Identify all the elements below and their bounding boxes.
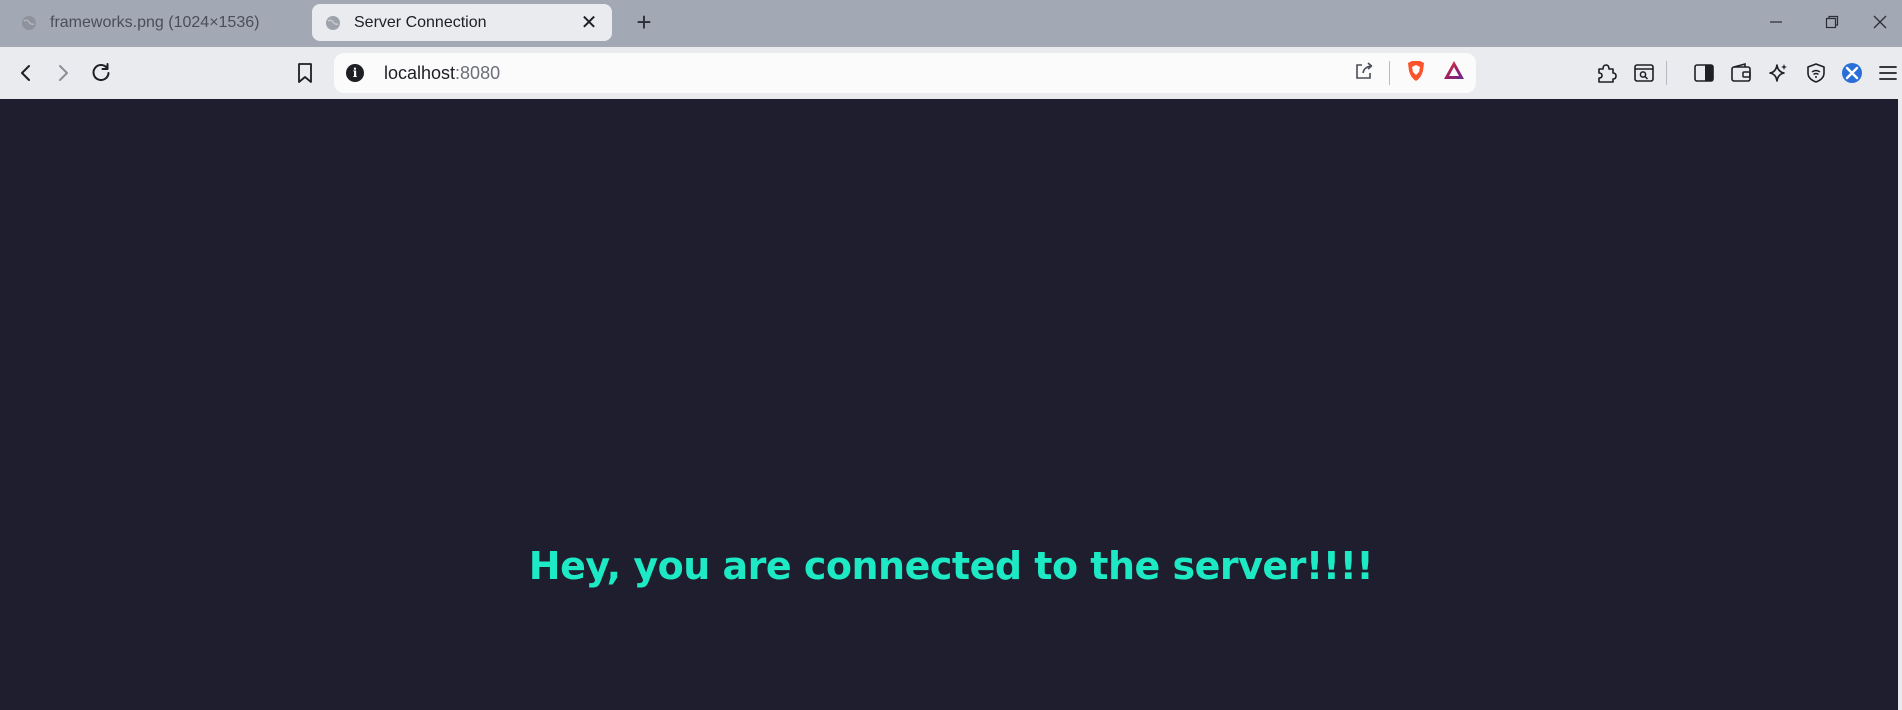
minimize-icon — [1770, 21, 1782, 23]
browser-toolbar: i localhost :8080 — [0, 47, 1902, 100]
globe-icon — [20, 14, 38, 32]
forward-icon — [59, 65, 68, 81]
menu-icon — [1879, 66, 1897, 80]
connection-message: Hey, you are connected to the server!!!! — [528, 544, 1374, 588]
url-port: :8080 — [455, 62, 501, 83]
info-icon[interactable]: i — [346, 64, 364, 82]
sidebar-icon — [1694, 64, 1714, 82]
plus-icon: + — [636, 6, 652, 37]
wallet-button[interactable] — [1725, 57, 1757, 89]
vpn-button[interactable] — [1800, 57, 1832, 89]
reload-icon — [92, 63, 110, 82]
tab-server-connection[interactable]: Server Connection ✕ — [312, 4, 612, 41]
reload-button[interactable] — [85, 57, 117, 89]
toolbar-separator — [1661, 57, 1671, 89]
tab-search-button[interactable] — [1628, 57, 1660, 89]
tab-title: frameworks.png (1024×1536) — [50, 13, 260, 31]
share-icon[interactable] — [1353, 60, 1375, 87]
restore-button[interactable] — [1810, 0, 1854, 44]
back-icon — [21, 65, 30, 81]
globe-icon — [324, 14, 342, 32]
extension-x-icon — [1842, 63, 1862, 83]
extension-x-button[interactable] — [1836, 57, 1868, 89]
tab-strip: frameworks.png (1024×1536) Server Connec… — [0, 0, 1902, 47]
back-button[interactable] — [10, 57, 42, 89]
leo-ai-icon — [1769, 64, 1787, 82]
extensions-button[interactable] — [1590, 57, 1622, 89]
bookmark-icon — [298, 63, 312, 83]
restore-icon — [1825, 15, 1839, 29]
scrollbar-edge — [1898, 99, 1902, 710]
page-content: Hey, you are connected to the server!!!! — [0, 99, 1902, 710]
extensions-icon — [1598, 64, 1617, 83]
brave-shield-icon[interactable] — [1404, 59, 1428, 88]
url-host: localhost — [384, 62, 456, 83]
tab-frameworks[interactable]: frameworks.png (1024×1536) — [8, 4, 308, 41]
leo-ai-button[interactable] — [1762, 57, 1794, 89]
close-icon[interactable]: ✕ — [578, 10, 600, 35]
address-bar[interactable]: i localhost :8080 — [334, 53, 1476, 93]
window-close-button[interactable] — [1858, 0, 1902, 44]
window-close-icon — [1873, 15, 1887, 29]
forward-button[interactable] — [47, 57, 79, 89]
tab-title: Server Connection — [354, 13, 487, 31]
wallet-icon — [1731, 62, 1751, 82]
menu-button[interactable] — [1872, 57, 1902, 89]
sidebar-button[interactable] — [1688, 57, 1720, 89]
new-tab-button[interactable]: + — [628, 6, 660, 37]
address-bar-actions — [1353, 57, 1466, 89]
tab-search-icon — [1634, 64, 1654, 82]
vpn-icon — [1807, 63, 1825, 83]
separator — [1389, 61, 1390, 85]
minimize-button[interactable] — [1754, 0, 1798, 44]
bookmark-button[interactable] — [289, 57, 321, 89]
brave-rewards-icon[interactable] — [1442, 59, 1466, 88]
